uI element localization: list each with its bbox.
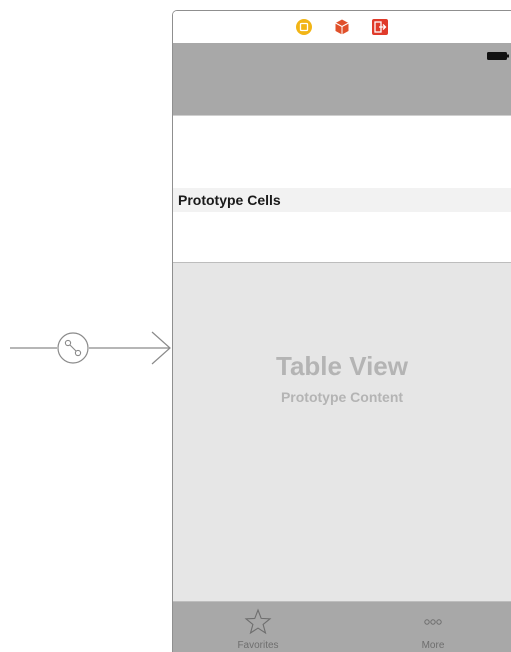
tab-more[interactable]: More: [373, 602, 493, 652]
more-icon: [424, 619, 442, 625]
battery-icon: [487, 52, 509, 60]
tab-favorites-label: Favorites: [237, 640, 279, 651]
tab-more-label: More: [421, 640, 445, 651]
table-view-placeholder-title: Table View: [276, 351, 408, 381]
table-view[interactable]: Table View Prototype Content: [173, 263, 511, 601]
navigation-bar[interactable]: [173, 43, 511, 115]
section-header-prototype-cells: Prototype Cells: [173, 188, 511, 212]
table-header-view[interactable]: Prototype Cells: [173, 115, 511, 263]
tab-bar[interactable]: Favorites More: [173, 601, 511, 652]
star-icon: [244, 608, 272, 635]
table-view-controller-scene[interactable]: Prototype Cells Table View Prototype Con…: [172, 10, 511, 652]
scene-dock: [173, 11, 511, 44]
tab-favorites[interactable]: Favorites: [198, 602, 318, 652]
first-responder-icon[interactable]: [333, 18, 351, 36]
segue-arrow[interactable]: [0, 326, 176, 374]
exit-icon[interactable]: [371, 18, 389, 36]
view-controller-icon[interactable]: [295, 18, 313, 36]
segue-icon[interactable]: [57, 332, 89, 364]
table-view-placeholder-subtitle: Prototype Content: [280, 389, 404, 405]
